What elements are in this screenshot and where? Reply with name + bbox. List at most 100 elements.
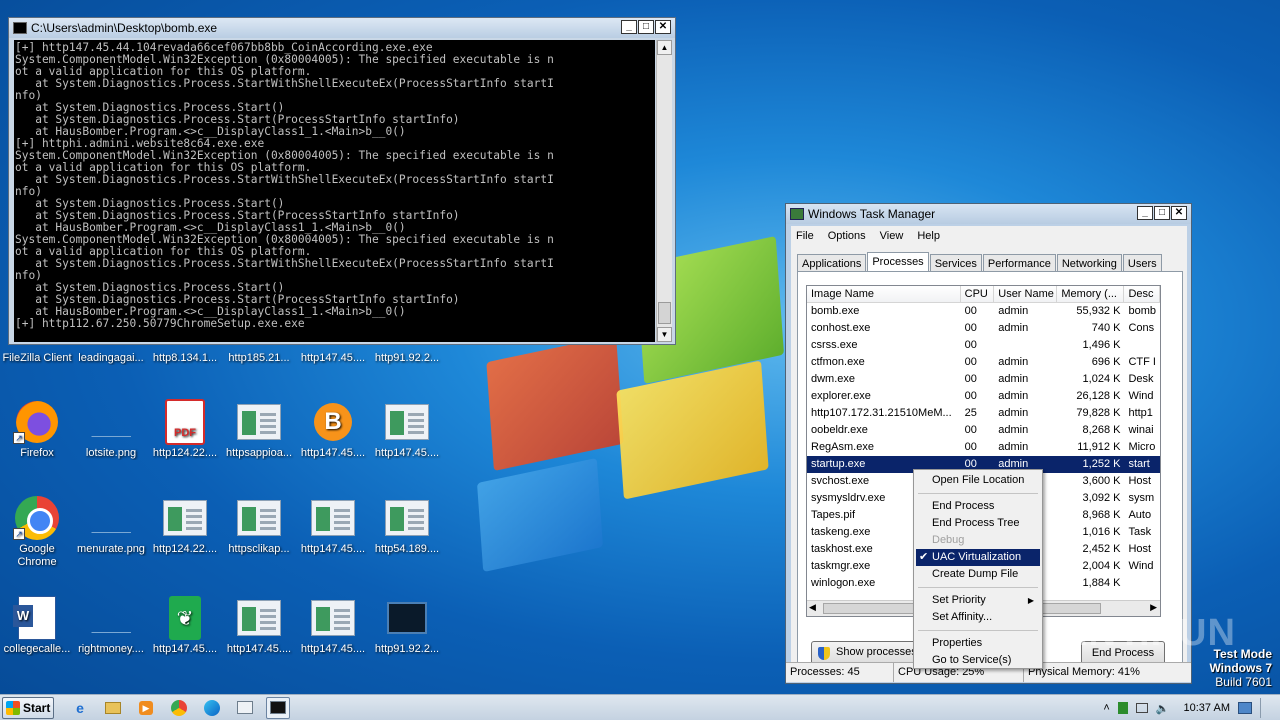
console-taskbar-icon[interactable] — [266, 696, 290, 719]
maximize-button[interactable]: □ — [1154, 206, 1170, 220]
menu-help[interactable]: Help — [917, 230, 940, 242]
desktop-icon-exe[interactable]: http124.22.... — [148, 496, 222, 556]
console-scrollbar[interactable]: ▲ ▼ — [656, 40, 672, 342]
desktop-icon-bitcoin[interactable]: B http147.45.... — [296, 400, 370, 460]
process-description — [1124, 575, 1160, 592]
menu-view[interactable]: View — [880, 230, 904, 242]
table-row[interactable]: conhost.exe 00 admin 740 K Cons — [807, 320, 1160, 337]
app-taskbar-icon[interactable] — [233, 697, 257, 719]
column-cpu[interactable]: CPU — [961, 286, 995, 302]
desktop-icon-image[interactable]: menurate.png — [74, 496, 148, 556]
menu-item-create-dump-file[interactable]: Create Dump File — [916, 566, 1040, 583]
tray-expand-icon[interactable]: ˄ — [1103, 702, 1109, 714]
tab-networking[interactable]: Networking — [1056, 254, 1122, 272]
menu-item-open-file-location[interactable]: Open File Location — [916, 472, 1040, 489]
process-user: admin — [998, 441, 1029, 453]
menu-item-set-priority[interactable]: Set Priority ▶ — [916, 592, 1040, 609]
menu-item-set-affinity[interactable]: Set Affinity... — [916, 609, 1040, 626]
console-titlebar[interactable]: C:\Users\admin\Desktop\bomb.exe _ □ ✕ — [9, 18, 675, 38]
network-icon[interactable] — [1135, 703, 1148, 713]
desktop-icon-firefox[interactable]: ↗ Firefox — [0, 400, 74, 460]
menu-item-uac-virtualization[interactable]: ✔ UAC Virtualization — [916, 549, 1040, 566]
tab-processes[interactable]: Processes — [867, 252, 929, 273]
scroll-up-icon[interactable]: ▲ — [657, 40, 672, 55]
scroll-left-icon[interactable]: ◀ — [809, 602, 816, 613]
desktop-icon-filezilla[interactable]: FileZilla Client — [0, 352, 74, 365]
notification-icon[interactable] — [1238, 702, 1252, 714]
table-row[interactable]: oobeldr.exe 00 admin 8,268 K winai — [807, 422, 1160, 439]
table-row[interactable]: ctfmon.exe 00 admin 696 K CTF I — [807, 354, 1160, 371]
test-mode-watermark: Test Mode Windows 7 Build 7601 — [1209, 647, 1272, 689]
start-button[interactable]: Start — [2, 696, 54, 719]
desktop-icon-file[interactable]: http147.45.... — [296, 352, 370, 365]
process-description — [1124, 337, 1160, 354]
tab-services[interactable]: Services — [929, 254, 982, 272]
chrome-taskbar-icon[interactable] — [167, 697, 191, 719]
table-row[interactable]: http107.172.31.21510MeM... 25 admin 79,828 … — [807, 405, 1160, 422]
menu-item-debug: Debug — [932, 534, 965, 546]
desktop-icon-file[interactable]: http8.134.1... — [148, 352, 222, 365]
desktop-icon-chrome[interactable]: ↗ Google Chrome — [0, 496, 74, 569]
task-manager-titlebar[interactable]: Windows Task Manager _ □ ✕ — [786, 204, 1191, 224]
close-button[interactable]: ✕ — [655, 20, 671, 34]
file-explorer-icon[interactable] — [101, 697, 125, 719]
column-description[interactable]: Desc — [1124, 286, 1160, 302]
desktop-icon-file[interactable]: leadingagai... — [74, 352, 148, 365]
clock[interactable]: 10:37 AM — [1184, 702, 1230, 714]
process-description: Cons — [1128, 322, 1155, 334]
desktop-icon-leaf[interactable]: ❦ http147.45.... — [148, 596, 222, 656]
table-row[interactable]: dwm.exe 00 admin 1,024 K Desk — [807, 371, 1160, 388]
volume-icon[interactable]: 🔈 — [1156, 702, 1170, 715]
table-row[interactable]: csrss.exe 00 1,496 K — [807, 337, 1160, 354]
menu-item-end-process[interactable]: End Process — [916, 498, 1040, 515]
tab-strip: Applications Processes Services Performa… — [797, 252, 1163, 273]
desktop-icon-file[interactable]: rightmoney.... — [74, 596, 148, 656]
tab-performance[interactable]: Performance — [982, 254, 1056, 272]
table-row[interactable]: explorer.exe 00 admin 26,128 K Wind — [807, 388, 1160, 405]
console-output[interactable]: [+] http147.45.44.104revada66cef067bb8bb… — [14, 40, 655, 342]
column-memory[interactable]: Memory (... — [1057, 286, 1125, 302]
media-player-icon[interactable]: ▶ — [134, 697, 158, 719]
maximize-button[interactable]: □ — [638, 20, 654, 34]
column-user-name[interactable]: User Name — [994, 286, 1058, 302]
image-file-icon — [91, 407, 131, 437]
menu-item-go-to-services[interactable]: Go to Service(s) — [916, 652, 1040, 669]
tab-users[interactable]: Users — [1122, 254, 1162, 272]
windows-logo-icon — [6, 700, 20, 715]
desktop-icon-exe[interactable]: http147.45.... — [222, 596, 296, 656]
tray-flag-icon[interactable] — [1117, 702, 1128, 714]
table-row[interactable]: bomb.exe 00 admin 55,932 K bomb — [807, 303, 1160, 320]
desktop-icon-exe[interactable]: http54.189.... — [370, 496, 444, 556]
desktop-icon-word[interactable]: collegecalle... — [0, 596, 74, 656]
internet-explorer-icon[interactable]: e — [68, 697, 92, 719]
minimize-button[interactable]: _ — [1137, 206, 1153, 220]
minimize-button[interactable]: _ — [621, 20, 637, 34]
close-button[interactable]: ✕ — [1171, 206, 1187, 220]
show-desktop-button[interactable] — [1260, 698, 1272, 718]
desktop-icon-terminal[interactable]: http91.92.2... — [370, 596, 444, 656]
desktop-icon-exe[interactable]: httpsappioa... — [222, 400, 296, 460]
menu-item-properties[interactable]: Properties — [916, 635, 1040, 652]
scroll-down-icon[interactable]: ▼ — [657, 327, 672, 342]
desktop-icon-file[interactable]: http185.21... — [222, 352, 296, 365]
edge-icon[interactable] — [200, 697, 224, 719]
console-window[interactable]: C:\Users\admin\Desktop\bomb.exe _ □ ✕ [+… — [8, 17, 676, 345]
scroll-thumb[interactable] — [658, 302, 671, 324]
menu-file[interactable]: File — [796, 230, 814, 242]
process-description: start — [1128, 458, 1150, 470]
desktop-icon-exe[interactable]: httpsclikap... — [222, 496, 296, 556]
table-row[interactable]: RegAsm.exe 00 admin 11,912 K Micro — [807, 439, 1160, 456]
file-icon — [91, 603, 131, 633]
desktop-icon-pdf[interactable]: PDF http124.22.... — [148, 399, 222, 460]
menu-options[interactable]: Options — [828, 230, 866, 242]
process-description: http1 — [1128, 407, 1153, 419]
desktop-icon-image[interactable]: lotsite.png — [74, 400, 148, 460]
application-icon — [163, 500, 207, 536]
desktop-icon-exe[interactable]: http147.45.... — [370, 400, 444, 460]
desktop-icon-exe[interactable]: http147.45.... — [296, 596, 370, 656]
desktop-icon-exe[interactable]: http147.45.... — [296, 496, 370, 556]
tab-applications[interactable]: Applications — [797, 254, 867, 272]
desktop-icon-file[interactable]: http91.92.2... — [370, 352, 444, 365]
column-image-name[interactable]: Image Name — [807, 286, 961, 302]
menu-item-end-process-tree[interactable]: End Process Tree — [916, 515, 1040, 532]
